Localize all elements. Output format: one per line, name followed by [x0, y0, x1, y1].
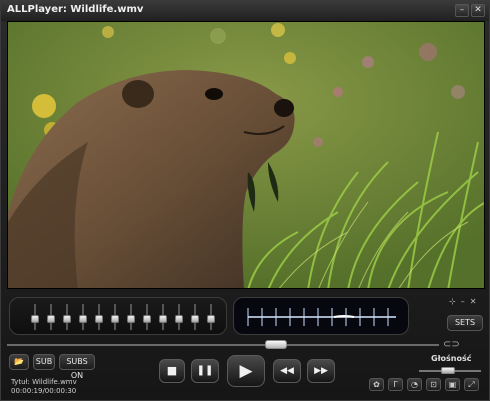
eq-band-slider[interactable] — [207, 304, 215, 330]
minimize-panel-icon[interactable]: – — [461, 297, 465, 306]
playback-time: 00:00:19/00:00:30 — [11, 387, 77, 395]
close-panel-icon[interactable]: ✕ — [470, 297, 477, 306]
eq-band-slider[interactable] — [111, 304, 119, 330]
forward-icon: ▶▶ — [314, 366, 328, 376]
open-file-button[interactable]: 📂 — [9, 354, 29, 370]
eq-band-slider[interactable] — [191, 304, 199, 330]
eq-band-handle[interactable] — [31, 315, 39, 323]
video-area[interactable] — [7, 21, 485, 289]
playlist-icon[interactable]: Γ — [388, 378, 403, 391]
eq-band-handle[interactable] — [111, 315, 119, 323]
minimize-icon[interactable]: – — [455, 4, 469, 17]
eq-band-slider[interactable] — [159, 304, 167, 330]
eq-band-handle[interactable] — [159, 315, 167, 323]
eq-band-slider[interactable] — [79, 304, 87, 330]
eq-band-handle[interactable] — [191, 315, 199, 323]
eq-band-slider[interactable] — [175, 304, 183, 330]
pin-icon[interactable]: ⊹ — [449, 297, 456, 306]
stop-button[interactable]: ■ — [159, 359, 185, 383]
video-frame-marmot — [8, 22, 484, 288]
sets-button[interactable]: SETS — [447, 315, 483, 331]
eq-band-slider[interactable] — [31, 304, 39, 330]
subs-on-button[interactable]: SUBS ON — [59, 354, 95, 380]
expand-icon[interactable]: ⤢ — [464, 378, 479, 391]
sub-button[interactable]: SUB — [33, 354, 55, 370]
volume-label: Głośność — [431, 354, 472, 363]
play-button[interactable]: ▶ — [227, 355, 265, 387]
eq-band-handle[interactable] — [79, 315, 87, 323]
eq-band-slider[interactable] — [47, 304, 55, 330]
play-icon: ▶ — [239, 361, 253, 381]
eq-band-handle[interactable] — [47, 315, 55, 323]
rewind-button[interactable]: ◀◀ — [273, 359, 301, 383]
rewind-icon: ◀◀ — [280, 366, 294, 376]
pause-icon: ❚❚ — [196, 365, 214, 376]
player-window: ALLPlayer: Wildlife.wmv – ✕ ⊹ – ✕ SETS ⊂… — [0, 0, 490, 401]
close-icon[interactable]: ✕ — [471, 4, 485, 17]
eq-band-handle[interactable] — [95, 315, 103, 323]
file-title: Tytuł: Wildlife.wmv — [11, 378, 77, 386]
equalizer-panel — [9, 297, 227, 335]
eq-band-slider[interactable] — [63, 304, 71, 330]
stop-icon: ■ — [166, 364, 178, 377]
eq-band-handle[interactable] — [127, 315, 135, 323]
settings-icon[interactable]: ✿ — [369, 378, 384, 391]
eq-band-handle[interactable] — [63, 315, 71, 323]
file-info: Tytuł: Wildlife.wmv 00:00:19/00:00:30 — [11, 378, 77, 396]
eq-band-handle[interactable] — [207, 315, 215, 323]
window-title: ALLPlayer: Wildlife.wmv — [7, 4, 144, 15]
seek-handle[interactable] — [265, 340, 287, 349]
fullscreen-icon[interactable]: ▣ — [445, 378, 460, 391]
volume-handle[interactable] — [441, 367, 455, 374]
audio-visualizer — [233, 297, 409, 335]
eq-band-handle[interactable] — [143, 315, 151, 323]
pause-button[interactable]: ❚❚ — [191, 359, 219, 383]
eq-band-slider[interactable] — [95, 304, 103, 330]
options-icon[interactable]: ⊡ — [426, 378, 441, 391]
eq-band-slider[interactable] — [127, 304, 135, 330]
volume-slider[interactable] — [419, 367, 481, 374]
folder-icon: 📂 — [14, 357, 24, 366]
forward-button[interactable]: ▶▶ — [307, 359, 335, 383]
eq-band-handle[interactable] — [175, 315, 183, 323]
title-bar[interactable]: ALLPlayer: Wildlife.wmv – ✕ — [1, 1, 489, 21]
loop-icon[interactable]: ⊂⊃ — [443, 339, 460, 350]
eq-band-slider[interactable] — [143, 304, 151, 330]
seek-bar[interactable] — [7, 340, 439, 349]
screenshot-icon[interactable]: ◔ — [407, 378, 422, 391]
